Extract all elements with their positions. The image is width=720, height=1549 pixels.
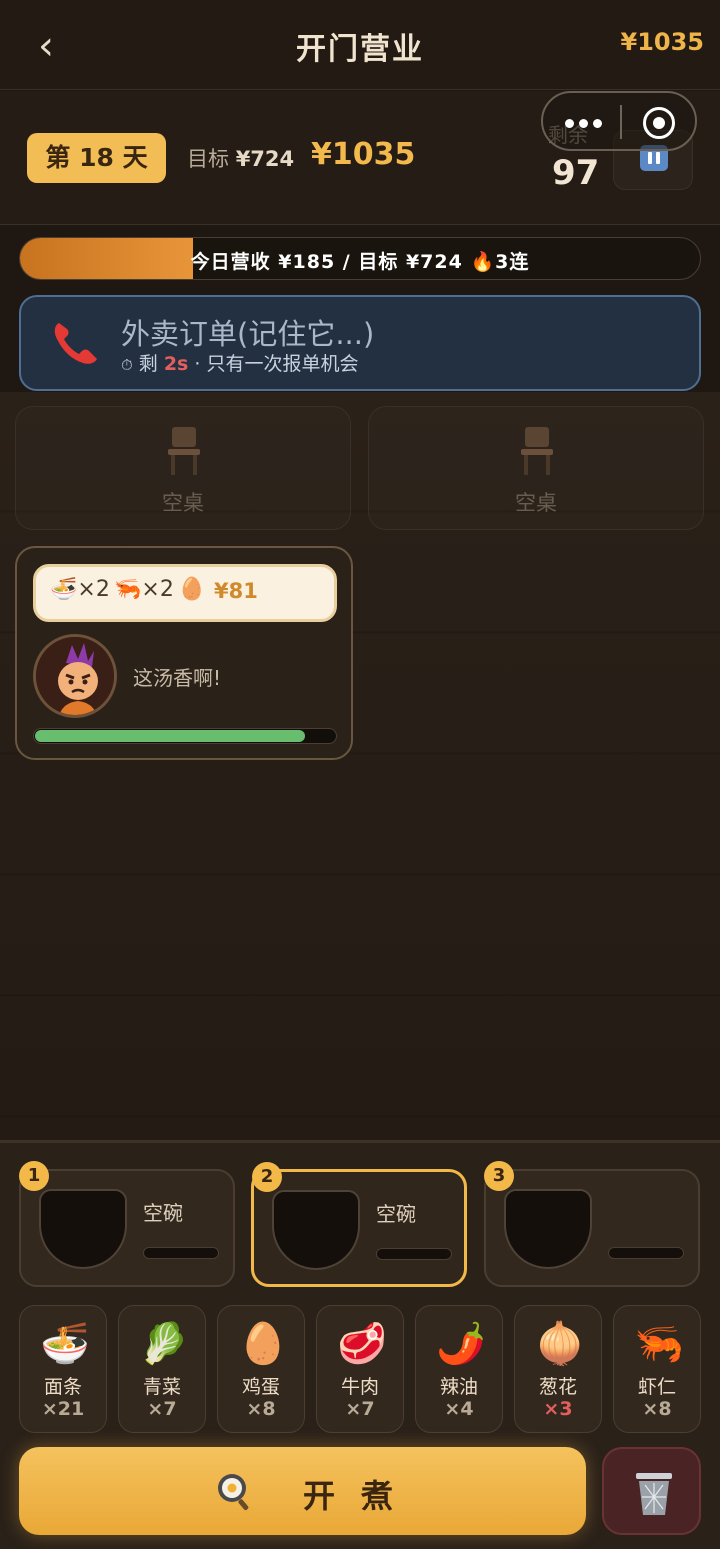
order-item: 🥚: [178, 577, 205, 602]
customer-card[interactable]: 🍜×2 🦐×2 🥚 ¥81 这汤香啊!: [15, 546, 353, 760]
delivery-countdown: 2s: [163, 353, 189, 375]
bowl-icon: [272, 1190, 360, 1270]
ingredient-egg[interactable]: 🥚 鸡蛋 ×8: [217, 1305, 305, 1433]
customer-avatar: [33, 634, 117, 718]
chair-icon: [168, 427, 200, 475]
bowl-number: 3: [484, 1161, 514, 1191]
trash-icon: [636, 1473, 672, 1515]
ingredient-name: 葱花: [538, 1376, 577, 1398]
ingredient-scallion[interactable]: 🧅 葱花 ×3: [514, 1305, 602, 1433]
ingredient-count: ×7: [345, 1398, 375, 1420]
bowl-number: 2: [252, 1162, 282, 1192]
ingredient-count: ×8: [246, 1398, 276, 1420]
onion-icon: 🧅: [535, 1321, 585, 1367]
goal-label: 目标: [187, 147, 229, 171]
chili-icon: 🌶️: [436, 1321, 486, 1367]
ingredient-count: ×21: [41, 1398, 85, 1420]
cook-label: 开煮: [303, 1477, 420, 1515]
more-icon[interactable]: [565, 119, 605, 128]
order-item: 🍜×2: [50, 577, 110, 602]
bowl-icon: [504, 1189, 592, 1269]
phone-icon: [54, 323, 97, 364]
noodle-icon: 🍜: [50, 577, 78, 602]
remaining-value: 97: [552, 153, 600, 193]
ingredient-noodles[interactable]: 🍜 面条 ×21: [19, 1305, 107, 1433]
bowl-slot-2[interactable]: 2 空碗: [251, 1162, 467, 1287]
bowl-label: 空碗: [376, 1202, 416, 1226]
ingredient-name: 鸡蛋: [241, 1376, 280, 1398]
table-slot-2[interactable]: 空桌: [368, 406, 704, 530]
ingredient-shrimp[interactable]: 🦐 虾仁 ×8: [613, 1305, 701, 1433]
ingredient-name: 面条: [43, 1376, 82, 1398]
mini-program-capsule: [541, 91, 697, 151]
ingredient-name: 虾仁: [637, 1376, 676, 1398]
order-item: 🦐×2: [114, 577, 174, 602]
bowl-icon: [39, 1189, 127, 1269]
revenue-progress-bar: 今日营收 ¥185 / 目标 ¥724 🔥3连: [19, 237, 701, 280]
table-status: 空桌: [162, 491, 204, 515]
ingredient-name: 牛肉: [340, 1376, 379, 1398]
order-price: ¥81: [214, 579, 258, 603]
egg-icon: 🥚: [178, 577, 206, 602]
ingredient-count: ×4: [444, 1398, 474, 1420]
ingredient-name: 青菜: [142, 1376, 181, 1398]
ingredient-count: ×8: [642, 1398, 672, 1420]
bowl-slot-3[interactable]: 3: [484, 1161, 700, 1287]
kitchen-panel: 1 空碗 2 空碗 3 🍜 面条 ×21 🥬 青菜 ×7 🥚 鸡蛋 ×8 🥩 牛…: [0, 1140, 720, 1549]
cook-button[interactable]: 开煮: [19, 1447, 586, 1535]
shrimp-icon: 🦐: [634, 1321, 684, 1367]
bowl-progress: [376, 1248, 452, 1260]
nav-bar: ‹ 开门营业 ¥1035: [0, 0, 720, 90]
bowl-label: 空碗: [143, 1201, 183, 1225]
egg-icon: 🥚: [238, 1321, 288, 1367]
bowl-progress: [143, 1247, 219, 1259]
frying-pan-icon: [218, 1474, 249, 1511]
ingredient-count: ×3: [543, 1398, 573, 1420]
patience-bar: [33, 728, 337, 744]
delivery-subtitle: ⏱ 剩 2s · 只有一次报单机会: [121, 349, 358, 376]
delivery-title: 外卖订单(记住它...): [121, 317, 375, 351]
ingredient-greens[interactable]: 🥬 青菜 ×7: [118, 1305, 206, 1433]
punk-customer-icon: [36, 637, 114, 715]
patience-fill: [35, 730, 305, 742]
delivery-order-card[interactable]: 外卖订单(记住它...) ⏱ 剩 2s · 只有一次报单机会: [19, 295, 701, 391]
goal-display: 目标 ¥724: [187, 143, 294, 173]
goal-value: ¥724: [235, 147, 295, 171]
bowl-progress: [608, 1247, 684, 1259]
ingredient-beef[interactable]: 🥩 牛肉 ×7: [316, 1305, 404, 1433]
day-badge: 第 18 天: [27, 133, 166, 183]
chair-icon: [521, 427, 553, 475]
ingredient-chili-oil[interactable]: 🌶️ 辣油 ×4: [415, 1305, 503, 1433]
bowl-slot-1[interactable]: 1 空碗: [19, 1161, 235, 1287]
remaining-prefix: 剩: [138, 353, 158, 375]
nav-money: ¥1035: [620, 28, 705, 56]
beef-icon: 🥩: [337, 1321, 387, 1367]
table-status: 空桌: [515, 491, 557, 515]
page-title: 开门营业: [296, 32, 424, 67]
shrimp-icon: 🦐: [114, 577, 142, 602]
noodle-icon: 🍜: [40, 1321, 90, 1367]
order-bubble: 🍜×2 🦐×2 🥚 ¥81: [33, 564, 337, 622]
table-slot-1[interactable]: 空桌: [15, 406, 351, 530]
trash-button[interactable]: [602, 1447, 701, 1535]
ingredient-name: 辣油: [439, 1376, 478, 1398]
ingredient-count: ×7: [147, 1398, 177, 1420]
current-money: ¥1035: [311, 137, 416, 172]
delivery-note: · 只有一次报单机会: [194, 353, 359, 375]
customer-speech: 这汤香啊!: [133, 666, 222, 690]
revenue-text: 今日营收 ¥185 / 目标 ¥724 🔥3连: [190, 251, 530, 273]
bowl-number: 1: [19, 1161, 49, 1191]
close-target-icon[interactable]: [643, 107, 675, 139]
leafy-green-icon: 🥬: [139, 1321, 189, 1367]
timer-icon: ⏱: [121, 356, 133, 374]
